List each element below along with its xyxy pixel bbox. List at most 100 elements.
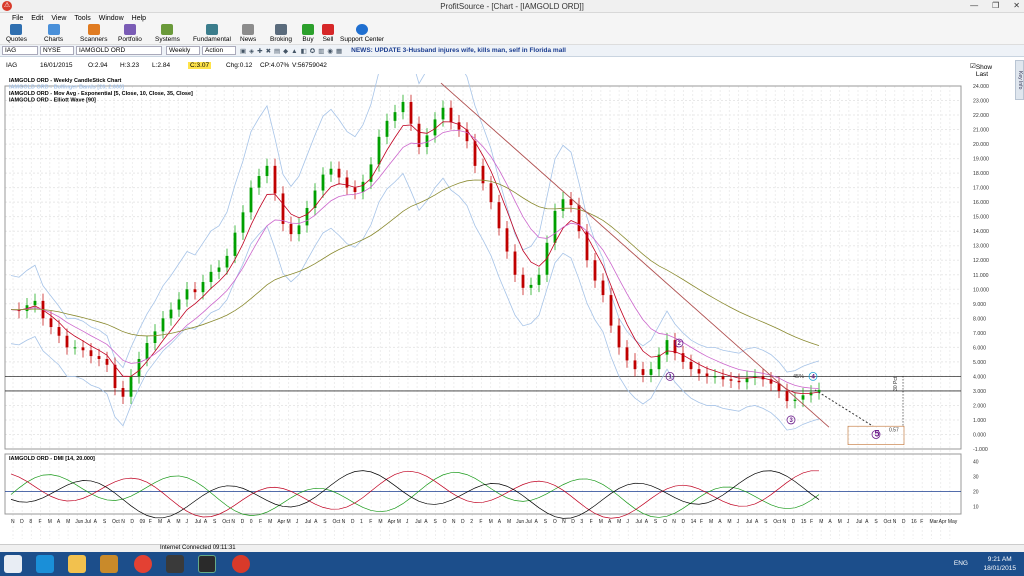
symbol-bar: IAG NYSE IAMGOLD ORD Weekly Action ▣◈✚✖▤… — [0, 45, 1024, 57]
x-tick-label: Oct — [332, 519, 340, 525]
x-tick-label: F — [369, 519, 372, 525]
clock[interactable]: 9:21 AM 18/01/2015 — [983, 555, 1016, 573]
menu-tools[interactable]: Tools — [74, 15, 90, 22]
chart-area[interactable]: 24.000 23.000 22.000 21.000 20.000 19.000 18.0… — [3, 29, 1015, 544]
period-select[interactable]: Weekly — [166, 46, 200, 55]
menu-view[interactable]: View — [51, 15, 66, 22]
sell-button[interactable]: Sell — [322, 24, 334, 43]
sell-icon — [322, 24, 334, 35]
candle-body — [561, 199, 565, 211]
systems-button[interactable]: Systems — [155, 24, 180, 43]
close-button[interactable]: ✕ — [1013, 1, 1020, 10]
x-tick-label: A — [204, 519, 208, 525]
legend-entry: IAMGOLD ORD - Mov Avg - Exponential [5, … — [9, 91, 193, 97]
candle-body — [161, 318, 165, 332]
broking-button[interactable]: Broking — [270, 24, 292, 43]
x-tick-label: F — [259, 519, 262, 525]
y-tick-label: 20.000 — [973, 142, 989, 148]
menu-help[interactable]: Help — [132, 15, 146, 22]
portfolio-button[interactable]: Portfolio — [118, 24, 142, 43]
y-tick-label: 8.000 — [973, 316, 986, 322]
candle-body — [425, 135, 429, 147]
x-tick-label: 15 — [801, 519, 807, 525]
x-tick-label: Jul — [746, 519, 752, 525]
x-tick-label: A — [755, 519, 759, 525]
news-button[interactable]: News — [240, 24, 256, 43]
start-icon[interactable] — [4, 555, 22, 573]
app-icon-dark[interactable] — [166, 555, 184, 573]
candle-body — [65, 335, 69, 348]
minimize-button[interactable]: — — [970, 1, 978, 10]
support-center-button[interactable]: Support Center — [340, 24, 384, 43]
y-tick-label: -1.000 — [973, 447, 988, 453]
candle-body — [641, 369, 645, 375]
chrome-icon[interactable] — [134, 555, 152, 573]
x-tick-label: S — [323, 519, 327, 525]
y-tick-label: 0.000 — [973, 432, 986, 438]
quotes-button[interactable]: Quotes — [6, 24, 27, 43]
profitsource-taskbar-icon[interactable] — [198, 555, 216, 573]
candle-body — [721, 376, 725, 380]
menu-edit[interactable]: Edit — [31, 15, 43, 22]
candle-body — [241, 212, 245, 233]
dmi-tick-label: 40 — [973, 460, 979, 466]
y-tick-label: 11.000 — [973, 273, 989, 279]
news-ticker[interactable]: NEWS: UPDATE 3-Husband injures wife, kil… — [351, 47, 566, 54]
x-tick-label: O — [663, 519, 667, 525]
action-menu[interactable]: Action — [202, 46, 236, 55]
y-tick-label: 21.000 — [973, 128, 989, 134]
security-name-field[interactable]: IAMGOLD ORD — [76, 46, 162, 55]
x-tick-label: J — [296, 519, 299, 525]
candle-body — [537, 274, 541, 285]
symbol-input[interactable]: IAG — [2, 46, 38, 55]
menu-window[interactable]: Window — [99, 15, 124, 22]
explorer-icon[interactable] — [68, 555, 86, 573]
maximize-button[interactable]: ❐ — [992, 1, 999, 10]
candle-body — [449, 107, 453, 123]
show-last-checkbox[interactable]: ☑ Show Last — [970, 62, 992, 78]
x-tick-label: M — [158, 519, 162, 525]
x-tick-label: A — [498, 519, 502, 525]
y-tick-label: 24.000 — [973, 84, 989, 90]
y-tick-label: 1.000 — [973, 418, 986, 424]
candle-body — [289, 223, 293, 235]
candle-body — [97, 356, 101, 359]
y-tick-label: 14.000 — [973, 229, 989, 235]
language-indicator[interactable]: ENG — [954, 560, 968, 567]
candle-body — [185, 289, 189, 300]
candle-body — [281, 193, 285, 224]
menu-file[interactable]: File — [12, 15, 23, 22]
taskbar: ENG 9:21 AM 18/01/2015 — [0, 552, 1024, 576]
exchange-select[interactable]: NYSE — [40, 46, 74, 55]
x-tick-label: S — [103, 519, 107, 525]
side-panel-tab[interactable]: Key Info — [1015, 60, 1024, 100]
x-tick-label: J — [847, 519, 850, 525]
x-tick-label: S — [874, 519, 878, 525]
candle-body — [625, 347, 629, 361]
dmi-label: IAMGOLD ORD - DMI [14, 20.000] — [9, 456, 95, 462]
x-tick-label: N — [231, 519, 235, 525]
scanners-button[interactable]: Scanners — [80, 24, 107, 43]
retrace-label: 0.57 — [889, 428, 899, 434]
x-tick-label: Jul — [195, 519, 201, 525]
x-tick-label: F — [590, 519, 593, 525]
x-tick-label: Oct — [222, 519, 230, 525]
window-title: ProfitSource - [Chart - [IAMGOLD ORD]] — [440, 2, 584, 11]
chart-tools-icons[interactable]: ▣◈✚✖▤◆▲◧✪▥◉▦ — [240, 47, 345, 55]
x-tick-label: F — [479, 519, 482, 525]
candle-body — [145, 343, 149, 359]
ie-icon[interactable] — [36, 555, 54, 573]
connection-status: Internet Connected 09:11:31 — [160, 545, 236, 551]
y-tick-label: 6.000 — [973, 345, 986, 351]
x-tick-label: Jul — [305, 519, 311, 525]
candle-body — [257, 176, 261, 188]
profitsource-icon[interactable] — [232, 555, 250, 573]
store-icon[interactable] — [100, 555, 118, 573]
charts-button[interactable]: Charts — [44, 24, 63, 43]
fundamental-button[interactable]: Fundamental — [193, 24, 231, 43]
x-tick-label: A — [865, 519, 869, 525]
buy-button[interactable]: Buy — [302, 24, 314, 43]
x-tick-label: M — [617, 519, 621, 525]
x-tick-label: N — [562, 519, 566, 525]
price-chart-svg[interactable]: 24.00023.00022.00021.00020.00019.00018.0… — [3, 29, 1015, 544]
